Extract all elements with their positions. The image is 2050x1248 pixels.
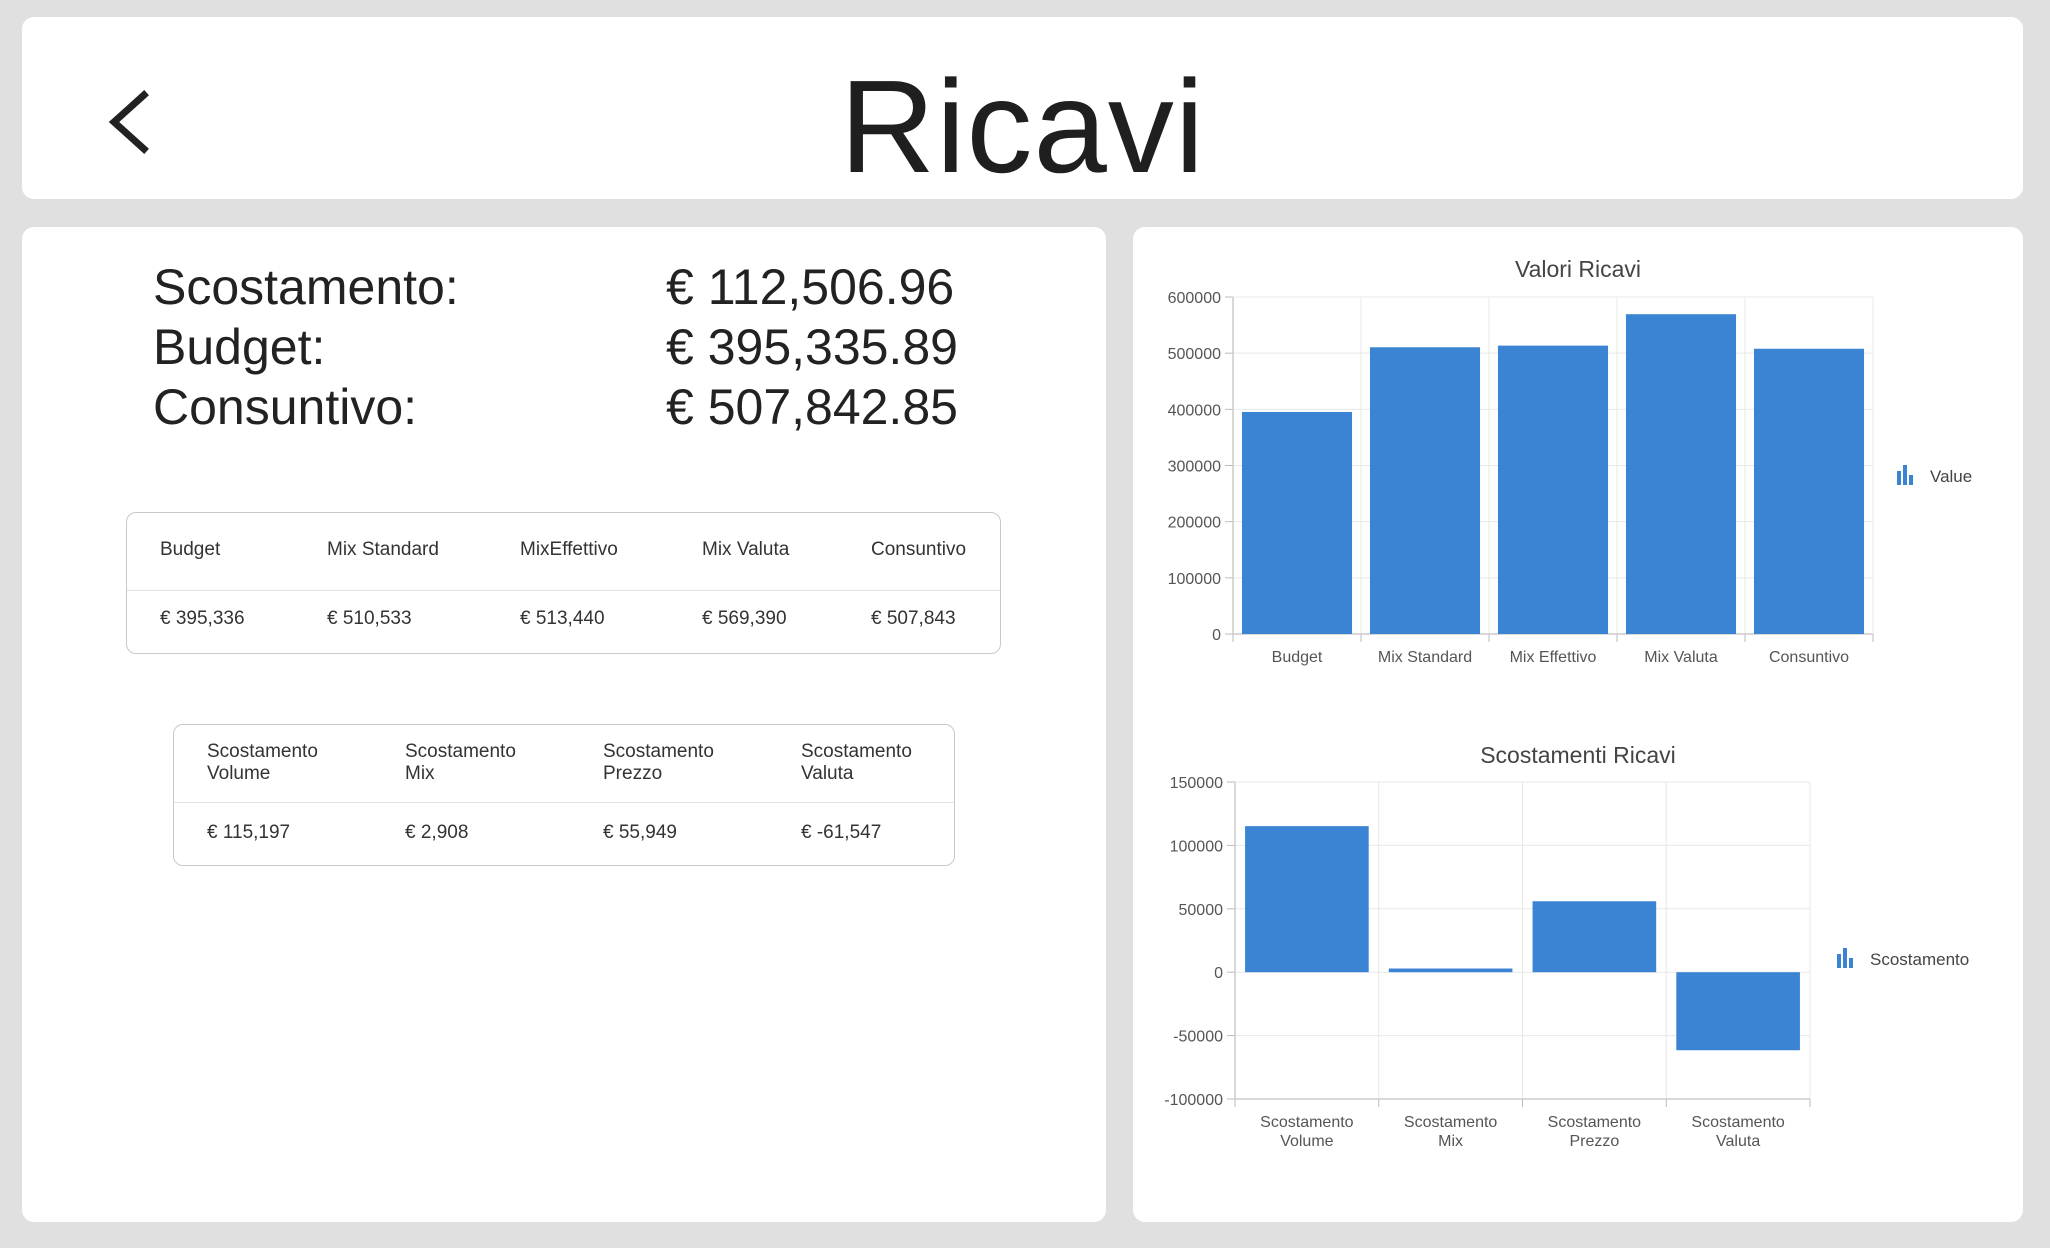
column-header: MixEffettivo (520, 539, 618, 560)
table-row: € 395,336 € 510,533 € 513,440 € 569,390 … (127, 591, 1000, 653)
legend-label: Scostamento (1870, 950, 1969, 969)
bar (1241, 411, 1353, 634)
y-tick-label: 600000 (1168, 290, 1221, 307)
bar (1245, 826, 1369, 973)
y-tick-label: 50000 (1179, 902, 1224, 919)
table-cell: € 115,197 (207, 822, 291, 843)
table-cell: € 395,336 (160, 608, 245, 629)
table-cell: € 507,843 (871, 608, 956, 629)
summary-label: Scostamento: (153, 259, 459, 315)
scostamenti-ricavi-chart: Scostamenti Ricavi 150000 100000 50000 0 -500… (1164, 742, 1969, 1150)
variances-table: Scostamento Volume Scostamento Mix Scost… (173, 724, 955, 866)
summary-value: € 112,506.96 (666, 259, 955, 315)
table-cell: € 510,533 (327, 608, 412, 629)
y-tick-label: 0 (1214, 965, 1223, 982)
summary-value: € 507,842.85 (666, 379, 958, 435)
column-header: Scostamento Prezzo (603, 741, 714, 784)
values-table: Budget Mix Standard MixEffettivo Mix Val… (126, 512, 1001, 654)
table-cell: € 569,390 (702, 608, 787, 629)
table-cell: € 513,440 (520, 608, 605, 629)
bar-chart-icon (1837, 948, 1853, 968)
y-tick-label: 100000 (1168, 571, 1221, 588)
summary-label: Budget: (153, 319, 326, 375)
table-cell: € -61,547 (801, 822, 882, 843)
column-header: Scostamento Mix (405, 741, 516, 784)
bar (1369, 347, 1481, 634)
bar (1625, 314, 1737, 634)
y-tick-label: 0 (1212, 627, 1221, 644)
chart-title: Valori Ricavi (1515, 256, 1641, 282)
y-tick-label: 200000 (1168, 515, 1221, 532)
x-tick-label: Budget (1272, 649, 1323, 666)
summary-row-consuntivo: Consuntivo: € 507,842.85 (153, 377, 993, 437)
valori-ricavi-chart: Valori Ricavi 600000 500000 400000 300000 200… (1168, 256, 1973, 666)
page-title: Ricavi (839, 53, 1206, 200)
summary-value: € 395,335.89 (666, 319, 958, 375)
column-header: Consuntivo (871, 539, 967, 560)
bar (1532, 901, 1657, 973)
summary-label: Consuntivo: (153, 379, 418, 435)
y-tick-label: 500000 (1168, 346, 1221, 363)
x-tick-label: Scostamento Valuta (1691, 1114, 1784, 1150)
summary-block: Scostamento: € 112,506.96 Budget: € 395,… (153, 257, 993, 437)
bar (1676, 972, 1800, 1051)
legend-label: Value (1930, 467, 1972, 486)
table-cell: € 55,949 (603, 822, 677, 843)
bar (1388, 968, 1513, 973)
column-header: Mix Valuta (702, 539, 790, 560)
summary-row-budget: Budget: € 395,335.89 (153, 317, 993, 377)
table-header-row: Budget Mix Standard MixEffettivo Mix Val… (127, 513, 1000, 591)
column-header: Mix Standard (327, 539, 439, 560)
column-header: Scostamento Valuta (801, 741, 912, 784)
x-tick-label: Mix Standard (1378, 649, 1472, 666)
bar-chart-icon (1897, 465, 1913, 485)
table-cell: € 2,908 (405, 822, 469, 843)
x-tick-label: Scostamento Mix (1404, 1114, 1497, 1150)
x-tick-label: Scostamento Prezzo (1548, 1114, 1641, 1150)
x-tick-label: Mix Effettivo (1510, 649, 1597, 666)
x-tick-label: Scostamento Volume (1260, 1114, 1353, 1150)
table-header-row: Scostamento Volume Scostamento Mix Scost… (174, 725, 954, 803)
x-tick-label: Consuntivo (1769, 649, 1849, 666)
y-tick-label: 100000 (1170, 838, 1223, 855)
summary-row-scostamento: Scostamento: € 112,506.96 (153, 257, 993, 317)
chart-title: Scostamenti Ricavi (1480, 742, 1676, 768)
table-row: € 115,197 € 2,908 € 55,949 € -61,547 (174, 803, 954, 865)
bar (1497, 345, 1609, 634)
y-tick-label: 150000 (1170, 775, 1223, 792)
charts-panel: Valori Ricavi 600000 500000 400000 300000 200… (1133, 227, 2023, 1222)
column-header: Budget (160, 539, 221, 560)
x-tick-label: Mix Valuta (1644, 649, 1718, 666)
summary-panel: Scostamento: € 112,506.96 Budget: € 395,… (22, 227, 1106, 1222)
y-tick-label: -100000 (1164, 1092, 1223, 1109)
y-tick-label: -50000 (1173, 1029, 1223, 1046)
header-bar: Ricavi (22, 17, 2023, 200)
y-tick-label: 400000 (1168, 402, 1221, 419)
y-tick-label: 300000 (1168, 459, 1221, 476)
bar (1753, 348, 1865, 634)
column-header: Scostamento Volume (207, 741, 318, 784)
